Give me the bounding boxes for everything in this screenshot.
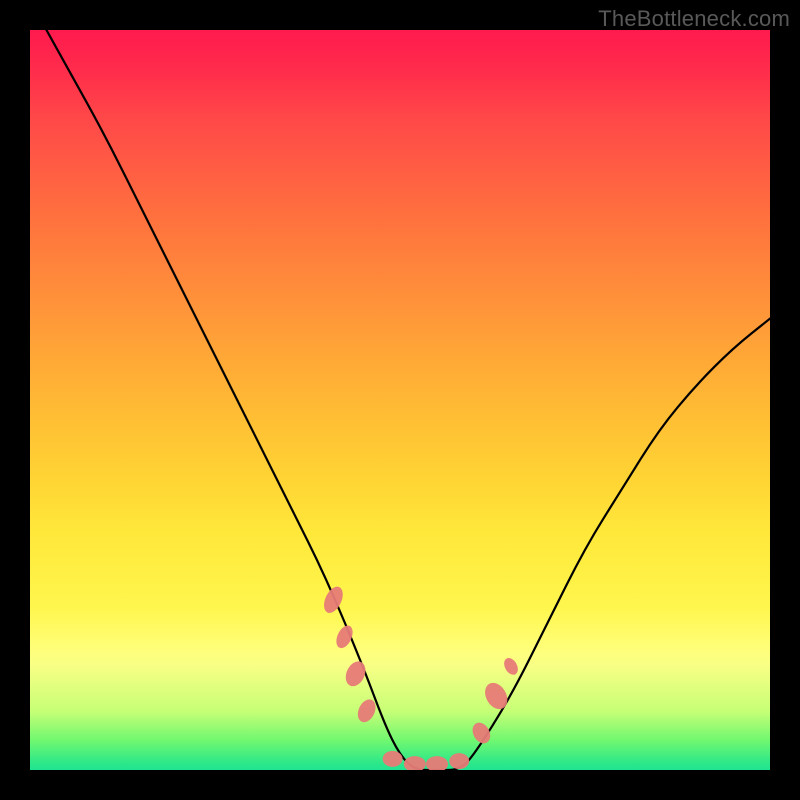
marker-blob (383, 751, 403, 767)
marker-blob (501, 656, 520, 678)
curve-path (30, 30, 770, 770)
curve-layer (30, 30, 770, 770)
marker-blob (449, 753, 469, 769)
marker-blob (426, 756, 448, 770)
marker-blob (469, 719, 494, 746)
marker-blob (333, 623, 356, 651)
marker-cluster (320, 584, 520, 770)
watermark-text: TheBottleneck.com (598, 6, 790, 32)
marker-blob (404, 756, 426, 770)
bottleneck-curve (30, 30, 770, 770)
chart-frame: TheBottleneck.com (0, 0, 800, 800)
marker-blob (320, 584, 346, 616)
marker-blob (481, 679, 512, 713)
plot-area (30, 30, 770, 770)
